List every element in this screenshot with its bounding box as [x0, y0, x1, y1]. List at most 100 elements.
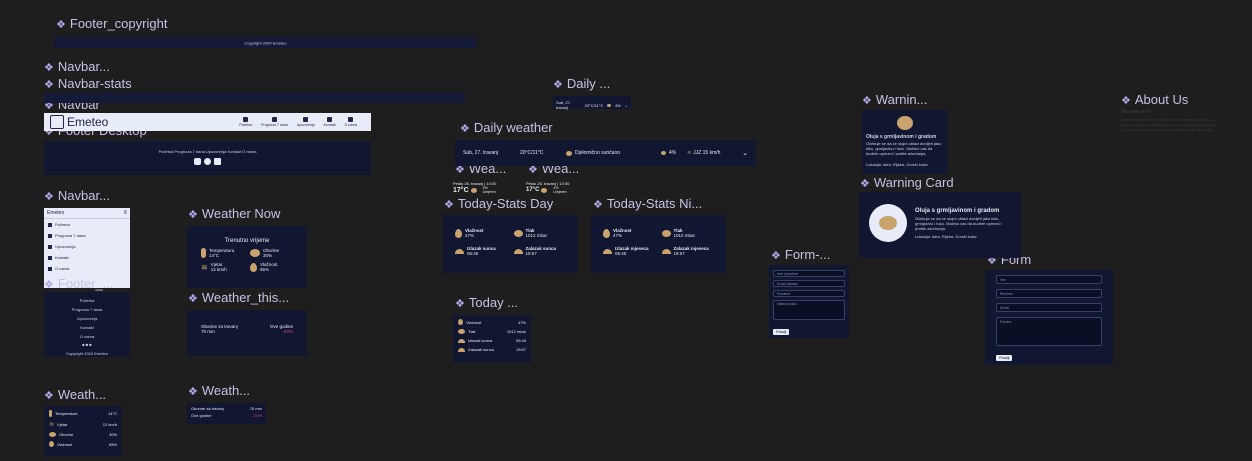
label-today-stats-night[interactable]: ❖ Today-Stats Ni... — [593, 196, 702, 211]
nav-item-warnings[interactable]: Upozorenja — [297, 117, 315, 127]
menu-icon[interactable]: ≡ — [123, 210, 127, 216]
subject-field[interactable]: Predmet — [773, 290, 845, 297]
email-field[interactable]: Email adresa — [773, 280, 845, 287]
label-form-small[interactable]: ❖ Form-... — [771, 247, 830, 262]
about-subtitle: Tko smo mi? — [1121, 109, 1150, 115]
message-field[interactable]: Vaša poruka — [773, 300, 845, 320]
label-daily-weather[interactable]: ❖ Daily weather — [460, 120, 553, 135]
nav-item-about[interactable]: O nama — [345, 117, 357, 127]
wind-stat: ≋ Vjetar 12 km/h — [201, 262, 227, 272]
submit-button[interactable]: Pošalji — [996, 355, 1013, 361]
gauge-icon — [513, 229, 523, 237]
droplet-icon — [603, 228, 610, 238]
label-footer-copyright[interactable]: ❖ Footer_copyright — [56, 16, 167, 31]
form-card: Ime Prezime Email Poruka Pošalji — [985, 270, 1113, 365]
facebook-icon[interactable] — [204, 158, 211, 165]
mobile-nav-forecast[interactable]: Prognoza 7 dana — [44, 230, 130, 241]
thermometer-icon — [201, 248, 206, 258]
moonrise-icon — [603, 248, 612, 254]
home-icon — [243, 117, 249, 122]
mobile-nav-warnings[interactable]: Upozorenja — [44, 241, 130, 252]
sunset-icon — [513, 248, 523, 254]
daily-weather-card[interactable]: Sub, 27. travanj 20°C/11°C Djelomično su… — [455, 140, 756, 166]
label-weather-this[interactable]: ❖ Weather_this... — [188, 290, 289, 305]
mobile-copyright: Copyright 2024 Emeteo — [65, 351, 109, 356]
moonset-stat: Zalazak mjeseca 19:57 — [661, 246, 715, 256]
warning-icon — [303, 117, 309, 122]
weather-now-card: Trenutno vrijeme Temperatura 14°C Oborine… — [187, 226, 307, 288]
nav-item-forecast[interactable]: Prognoza 7 dana — [261, 117, 288, 127]
pressure-stat: Tlak 1012 mbar — [661, 228, 715, 238]
mobile-brand[interactable]: Emeteo — [47, 210, 64, 216]
calendar-icon — [48, 233, 52, 238]
message-field[interactable]: Poruka — [996, 317, 1102, 346]
label-weath-2[interactable]: ❖ Weath... — [188, 383, 250, 398]
gauge-icon — [661, 229, 671, 237]
label-today-small[interactable]: ❖ Today ... — [455, 295, 518, 310]
rain-stat: Oborine 30% — [250, 248, 293, 258]
navbar-logo[interactable]: Emeteo — [50, 115, 108, 129]
label-navbar-2[interactable]: ❖ Navbar... — [44, 188, 110, 203]
storm-icon — [869, 204, 907, 242]
name-field[interactable]: Ime i prezime — [773, 270, 845, 277]
mobile-footer-item[interactable]: Početna — [44, 298, 130, 303]
storm-icon — [897, 116, 913, 130]
pressure-stat: Tlak 1012 mbar — [513, 228, 567, 238]
mobile-footer-item[interactable]: Upozorenja — [44, 316, 130, 321]
label-navbar-stats[interactable]: ❖ Navbar-stats — [44, 76, 132, 91]
first-name-field[interactable]: Ime — [996, 275, 1102, 284]
submit-button[interactable]: Pošalji — [773, 329, 790, 335]
contact-icon — [48, 255, 52, 260]
warning-meta: Lokacija: Istra, Rijeka, Gorski kotar — [866, 162, 928, 167]
label-navbar-1[interactable]: ❖ Navbar... — [44, 59, 110, 74]
footer-links[interactable]: Početna Prognoza 7 dana Upozorenja Konta… — [44, 149, 371, 154]
sunrise-icon — [458, 338, 465, 343]
label-warning-card[interactable]: ❖ Warning Card — [860, 175, 954, 190]
daily-small-card[interactable]: Sub, 27. travanj 20°C/11°C 4% ⌄ — [553, 96, 631, 110]
label-warning-small[interactable]: ❖ Warnin... — [862, 92, 927, 107]
navbar-desktop: Emeteo Početna Prognoza 7 dana Upozorenj… — [44, 113, 371, 131]
moonset-icon — [661, 248, 671, 254]
warning-icon — [48, 244, 52, 249]
chevron-down-icon[interactable]: ⌄ — [742, 149, 748, 157]
sunset-stat: Zalazak sunca 19:57 — [513, 246, 567, 256]
warning-body: Očekuje se da će olujni oblaci donijeti … — [915, 215, 1002, 231]
droplet-icon — [455, 228, 462, 238]
about-us-content: Tko smo mi? Emeteo je vodeća platforma z… — [1121, 109, 1221, 133]
info-icon — [348, 117, 354, 122]
label-about-us[interactable]: ❖ About Us — [1121, 92, 1188, 107]
calendar-icon — [271, 117, 277, 122]
gauge-icon — [458, 329, 465, 334]
label-weather-now[interactable]: ❖ Weather Now — [188, 206, 280, 221]
logo-icon — [50, 115, 64, 129]
daily-desc: Djelomično sunčano — [575, 150, 621, 156]
footer-desktop: Početna Prognoza 7 dana Upozorenja Konta… — [44, 141, 371, 175]
mobile-footer-item[interactable]: Prognoza 7 dana — [44, 307, 130, 312]
x-icon[interactable] — [214, 158, 221, 165]
partly-sunny-icon — [541, 187, 548, 193]
daily-wind: JJZ 15 km/h — [693, 150, 721, 156]
navbar-brand: Emeteo — [67, 115, 109, 129]
label-weath-1[interactable]: ❖ Weath... — [44, 387, 106, 402]
mobile-footer: Početna Prognoza 7 dana Upozorenja Konta… — [44, 292, 130, 357]
nav-item-home[interactable]: Početna — [239, 117, 252, 127]
chevron-down-icon[interactable]: ⌄ — [625, 103, 628, 108]
label-daily-small[interactable]: ❖ Daily ... — [553, 76, 610, 91]
mobile-footer-item[interactable]: O nama — [44, 334, 130, 339]
nav-item-contact[interactable]: Kontakt — [324, 117, 336, 127]
partly-sunny-icon — [566, 150, 572, 156]
social-icons[interactable]: ■ ■ ■ — [44, 342, 130, 347]
instagram-icon[interactable] — [194, 158, 201, 165]
droplet-icon — [250, 262, 257, 272]
today-stats-day-card: Vlažnost 47% Tlak 1012 mbar Izlazak sunca 0… — [443, 215, 578, 273]
moonrise-stat: Izlazak mjeseca 05:45 — [603, 246, 656, 256]
email-field[interactable]: Email — [996, 303, 1102, 312]
about-body: Emeteo je vodeća platforma za vremensku … — [1121, 117, 1218, 132]
mobile-nav-contact[interactable]: Kontakt — [44, 252, 130, 263]
mobile-footer-item[interactable]: Kontakt — [44, 325, 130, 330]
mobile-nav-about[interactable]: O nama — [44, 263, 130, 274]
mobile-nav-home[interactable]: Početna — [44, 219, 130, 230]
label-footer-2[interactable]: ❖ Footer_... — [44, 276, 114, 291]
last-name-field[interactable]: Prezime — [996, 289, 1102, 298]
weather-this-card: Oborine za travanj 70 mm Ove godine -20% — [187, 310, 307, 356]
